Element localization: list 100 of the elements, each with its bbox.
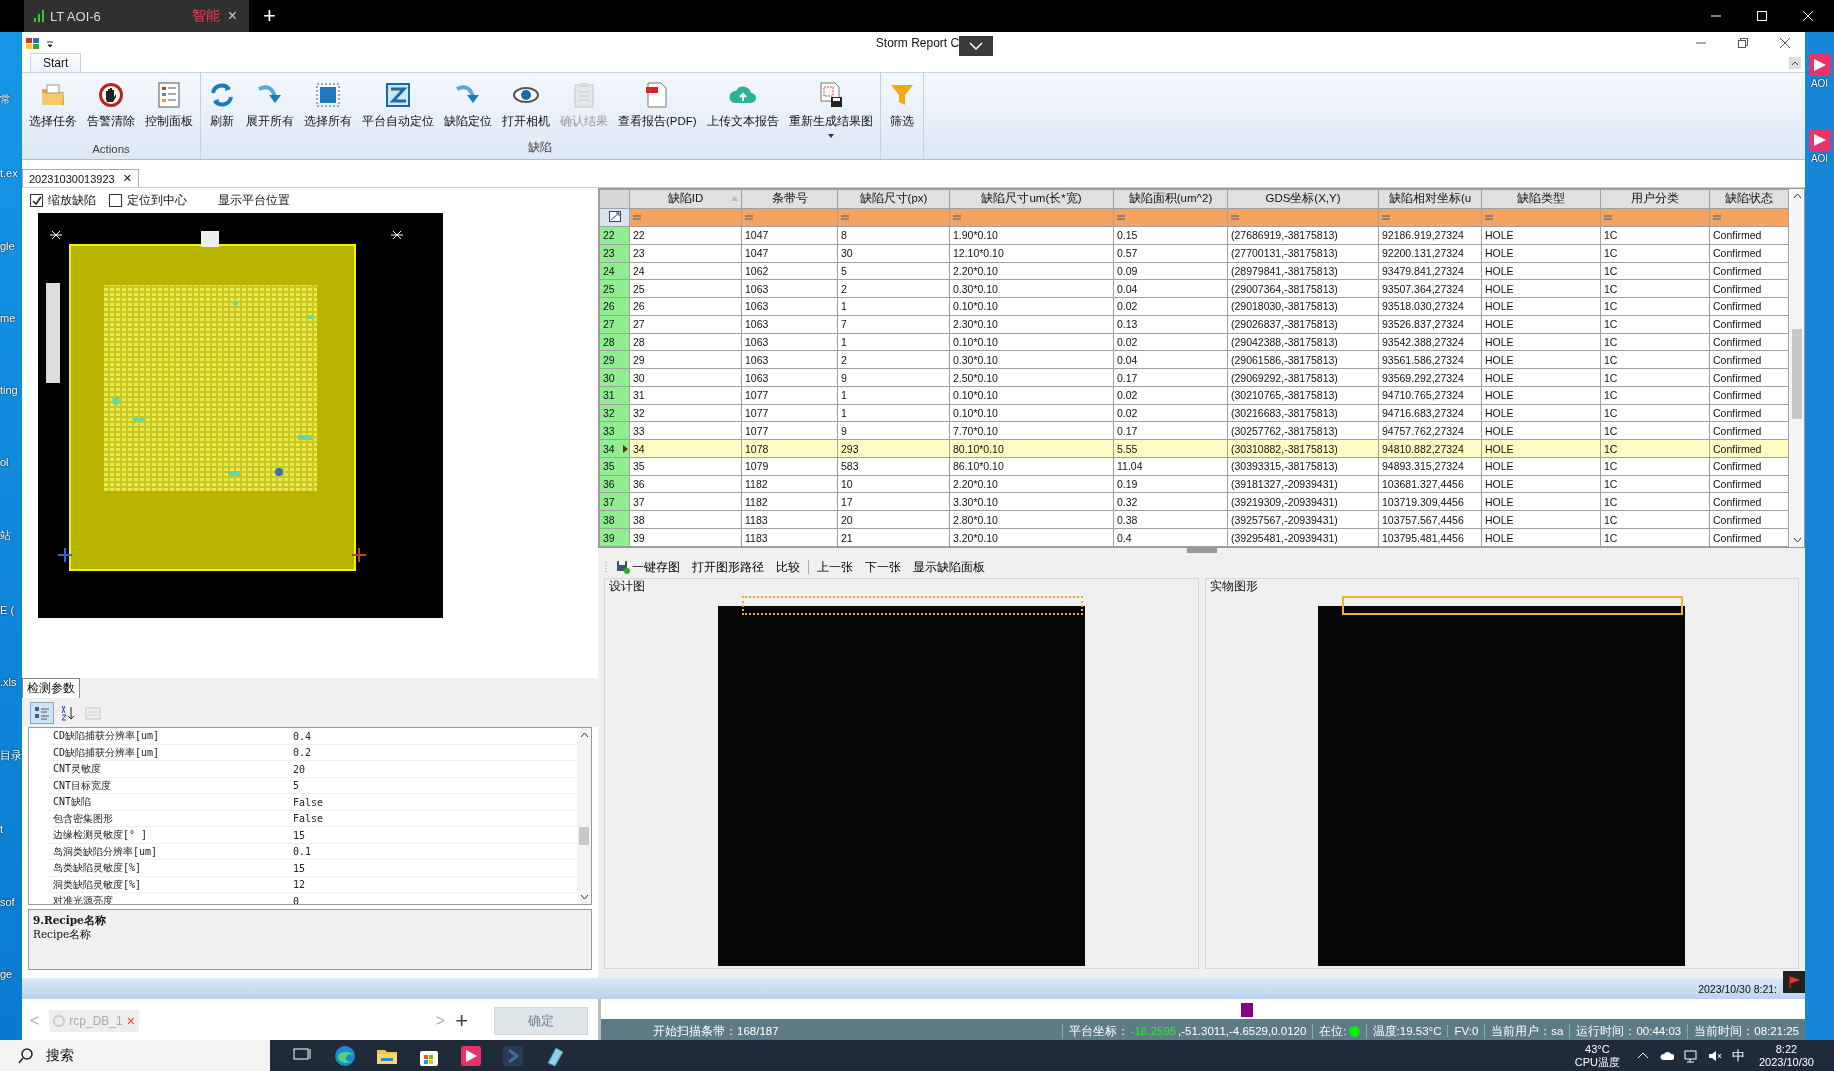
table-row[interactable]: 33 33 1077 9 7.70*0.10 0.17 (30257762,-38175813) 94757.762,27324 HOLE 1C Confirmed [599,421,1789,440]
ribbon-button[interactable]: 刷新 [203,73,241,140]
desktop-icon-label[interactable]: sof [0,895,22,908]
property-value[interactable]: 15 [289,829,577,841]
close-button[interactable]: × [126,1013,135,1029]
table-row[interactable]: 32 32 1077 1 0.10*0.10 0.02 (30216683,-38175813) 94716.683,27324 HOLE 1C Confirmed [599,404,1789,422]
ribbon-button[interactable]: 打开相机 [497,73,555,140]
column-header[interactable]: 缺陷尺寸um(长*宽) [949,189,1114,208]
clock[interactable]: 8:22 2023/10/30 [1758,1042,1814,1069]
table-row[interactable]: 26 26 1063 1 0.10*0.10 0.02 (29018030,-38175813) 93518.030,27324 HOLE 1C Confirmed [599,297,1789,316]
property-value[interactable]: 20 [289,763,577,775]
table-row[interactable]: 25 25 1063 2 0.30*0.10 0.04 (29007364,-38175813) 93507.364,27324 HOLE 1C Confirmed [599,279,1789,298]
property-value[interactable]: 12 [289,879,577,891]
desktop-icon-label[interactable]: 站 [0,528,22,544]
ribbon-tab[interactable]: Start [30,53,82,72]
ribbon-button[interactable]: 筛选 [882,73,921,159]
toolbar-button[interactable]: 显示缺陷面板 [909,558,989,576]
ribbon-button[interactable]: 选择任务 [24,73,82,143]
table-row[interactable]: 31 31 1077 1 0.10*0.10 0.02 (30210765,-38175813) 94710.765,27324 HOLE 1C Confirmed [599,386,1789,405]
splitter-handle[interactable] [1186,548,1217,553]
table-row[interactable]: 37 37 1182 17 3.30*0.10 0.32 (39219309,-20939431) 103719.309,4456 HOLE 1C Confirmed [599,493,1789,511]
toolbar-button[interactable] [30,701,54,724]
ribbon-button[interactable]: 告警清除 [82,73,140,143]
close-icon[interactable] [1779,37,1791,49]
desktop-icon-label[interactable]: AOI [1810,153,1829,164]
ribbon-button[interactable]: 上传文本报告 [701,73,784,140]
panel-tab[interactable]: 检测参数 [22,678,80,699]
toolbar-button[interactable]: 打开图形路径 [688,558,768,576]
column-header[interactable]: GDS坐标(X,Y) [1227,189,1379,208]
table-row[interactable]: 27 27 1063 7 2.30*0.10 0.13 (29026837,-38175813) 93526.837,27324 HOLE 1C Confirmed [599,315,1789,334]
table-row[interactable]: 28 28 1063 1 0.10*0.10 0.02 (29042388,-38175813) 93542.388,27324 HOLE 1C Confirmed [599,333,1789,351]
property-value[interactable]: 0.1 [289,846,577,858]
maximize-icon[interactable] [1756,10,1768,22]
table-row[interactable]: 22 22 1047 8 1.90*0.10 0.15 (27686919,-38175813) 92186.919,27324 HOLE 1C Confirmed [599,226,1789,245]
table-row[interactable]: 29 29 1063 2 0.30*0.10 0.04 (29061586,-38175813) 93561.586,27324 HOLE 1C Confirmed [599,350,1789,369]
property-value[interactable]: 0 [289,895,577,905]
property-value[interactable]: 0.2 [289,747,577,759]
toolbar-button[interactable]: 比较 [772,558,804,576]
ribbon-button[interactable]: 控制面板 [140,73,198,143]
ribbon-button[interactable]: 查看报告(PDF) [613,73,702,140]
column-header[interactable]: 用户分类 [1600,189,1710,208]
app-icon[interactable] [460,1044,482,1067]
toolbar-button[interactable]: 上一张 [813,558,857,576]
option-label[interactable]: 显示平台位置 [218,193,290,209]
table-row[interactable]: 30 30 1063 9 2.50*0.10 0.17 (29069292,-38175813) 93569.292,27324 HOLE 1C Confirmed [599,368,1789,387]
ribbon-button[interactable]: 重新生成结果图 [783,73,878,140]
add-button[interactable]: + [455,1008,484,1034]
toolbar-button[interactable]: 一键存图 [612,558,684,576]
table-row[interactable]: 38 38 1183 20 2.80*0.10 0.38 (39257567,-20939431) 103757.567,4456 HOLE 1C Confirmed [599,510,1789,529]
desktop-icon-label[interactable]: ting [0,384,22,396]
desktop-icon-label[interactable]: E ( [0,603,22,616]
property-value[interactable]: False [289,796,577,808]
browser-icon[interactable] [334,1044,356,1067]
column-header[interactable]: 条带号 [741,189,838,208]
close-button[interactable]: × [225,7,239,25]
network-icon[interactable] [1683,1048,1698,1063]
restore-icon[interactable] [1737,37,1749,49]
input-method-indicator[interactable]: 中 [1731,1046,1745,1065]
close-button[interactable]: ✕ [122,172,132,185]
checkbox[interactable] [30,194,43,208]
desktop-icon-label[interactable]: .xls [0,675,22,688]
scroll-thumb[interactable] [1792,329,1802,419]
table-row[interactable]: 35 35 1079 583 86.10*0.10 11.04 (30393315,-38175813) 94893.315,27324 HOLE 1C Confirmed [599,457,1789,476]
toolbar-button[interactable]: 下一张 [861,558,905,576]
table-row[interactable]: 36 36 1182 10 2.20*0.10 0.19 (39181327,-20939431) 103681.327,4456 HOLE 1C Confirmed [599,475,1789,493]
column-header[interactable]: 缺陷类型 [1481,189,1601,208]
row-header[interactable]: 35 [599,457,630,476]
recipe-tab[interactable]: rcp_DB_1 × [49,1010,139,1032]
filter-editor-icon[interactable] [608,210,621,222]
ribbon-button[interactable]: 展开所有 [241,73,299,140]
collapse-ribbon-icon[interactable] [1789,57,1801,69]
table-row[interactable]: 24 24 1062 5 2.20*0.10 0.09 (28979841,-38175813) 93479.841,27324 HOLE 1C Confirmed [599,262,1789,280]
desktop-icon-label[interactable]: ge [0,967,22,980]
checkbox-label[interactable]: 缩放缺陷 [48,193,96,209]
flag-icon[interactable] [1783,970,1805,993]
document-tab[interactable]: 20231030013923 ✕ [22,169,139,187]
property-value[interactable]: False [289,813,577,825]
browser-tab[interactable]: LT AOI-6 智能 × [24,0,249,32]
column-header[interactable]: 缺陷尺寸(px) [837,189,950,208]
muted-speaker-icon[interactable] [1707,1048,1722,1063]
ribbon-button[interactable]: 选择所有 [299,73,357,140]
desktop-icon-label[interactable]: AOI [1810,78,1829,89]
column-header[interactable]: 缺陷面积(um^2) [1113,189,1228,208]
ribbon-button[interactable]: 平台自动定位 [357,73,439,140]
column-header[interactable]: 缺陷ID [629,189,742,208]
scrollbar[interactable] [1790,189,1804,547]
table-row[interactable]: 23 23 1047 30 12.10*0.10 0.57 (27700131,-38175813) 92200.131,27324 HOLE 1C Confirmed [599,244,1789,263]
checkbox-label[interactable]: 定位到中心 [127,193,187,209]
new-tab-button[interactable]: + [249,3,290,29]
scrollbar[interactable] [577,728,591,905]
chevron-down-icon[interactable] [959,36,994,56]
table-row[interactable]: 39 39 1183 21 3.20*0.10 0.4 (39295481,-20939431) 103795.481,4456 HOLE 1C Confirmed [599,528,1789,547]
property-value[interactable]: 15 [289,862,577,874]
column-header[interactable]: 缺陷状态 [1709,189,1789,208]
property-value[interactable]: 5 [289,780,577,792]
ribbon-button[interactable]: 缺陷定位 [439,73,497,140]
checkbox[interactable] [109,194,122,208]
scroll-thumb[interactable] [579,827,589,846]
property-value[interactable]: 0.4 [289,730,577,742]
search-field[interactable]: 搜索 [0,1040,270,1071]
